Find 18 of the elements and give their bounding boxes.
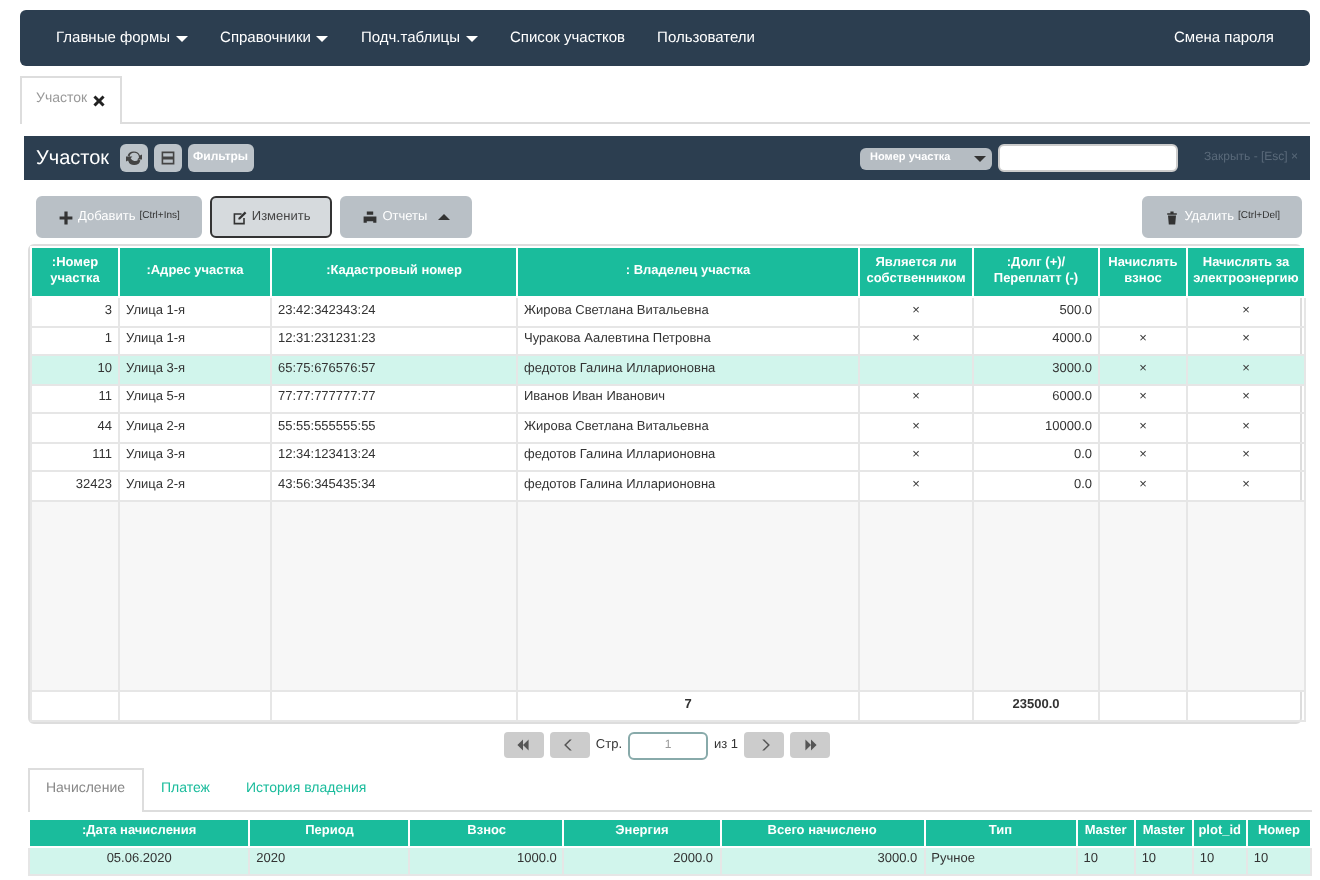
save-icon: [159, 150, 176, 166]
columns-button[interactable]: [153, 144, 182, 172]
plus-icon: [58, 209, 74, 225]
close-icon: [91, 94, 106, 108]
caret-icon: [974, 155, 987, 161]
edit-icon: [231, 209, 248, 225]
search-field[interactable]: [998, 144, 1179, 172]
first-page-button[interactable]: [503, 732, 544, 758]
double-chevron-left-icon: [516, 738, 531, 752]
chevron-left-icon: [562, 738, 577, 752]
last-page-button[interactable]: [790, 732, 831, 758]
refresh-icon: [125, 150, 142, 166]
double-chevron-right-icon: [803, 738, 818, 752]
refresh-button[interactable]: [119, 144, 148, 172]
panel-title: Участок: [36, 145, 110, 173]
chevron-right-icon: [757, 738, 772, 752]
printer-icon: [362, 209, 379, 225]
trash-icon: [1164, 209, 1181, 225]
